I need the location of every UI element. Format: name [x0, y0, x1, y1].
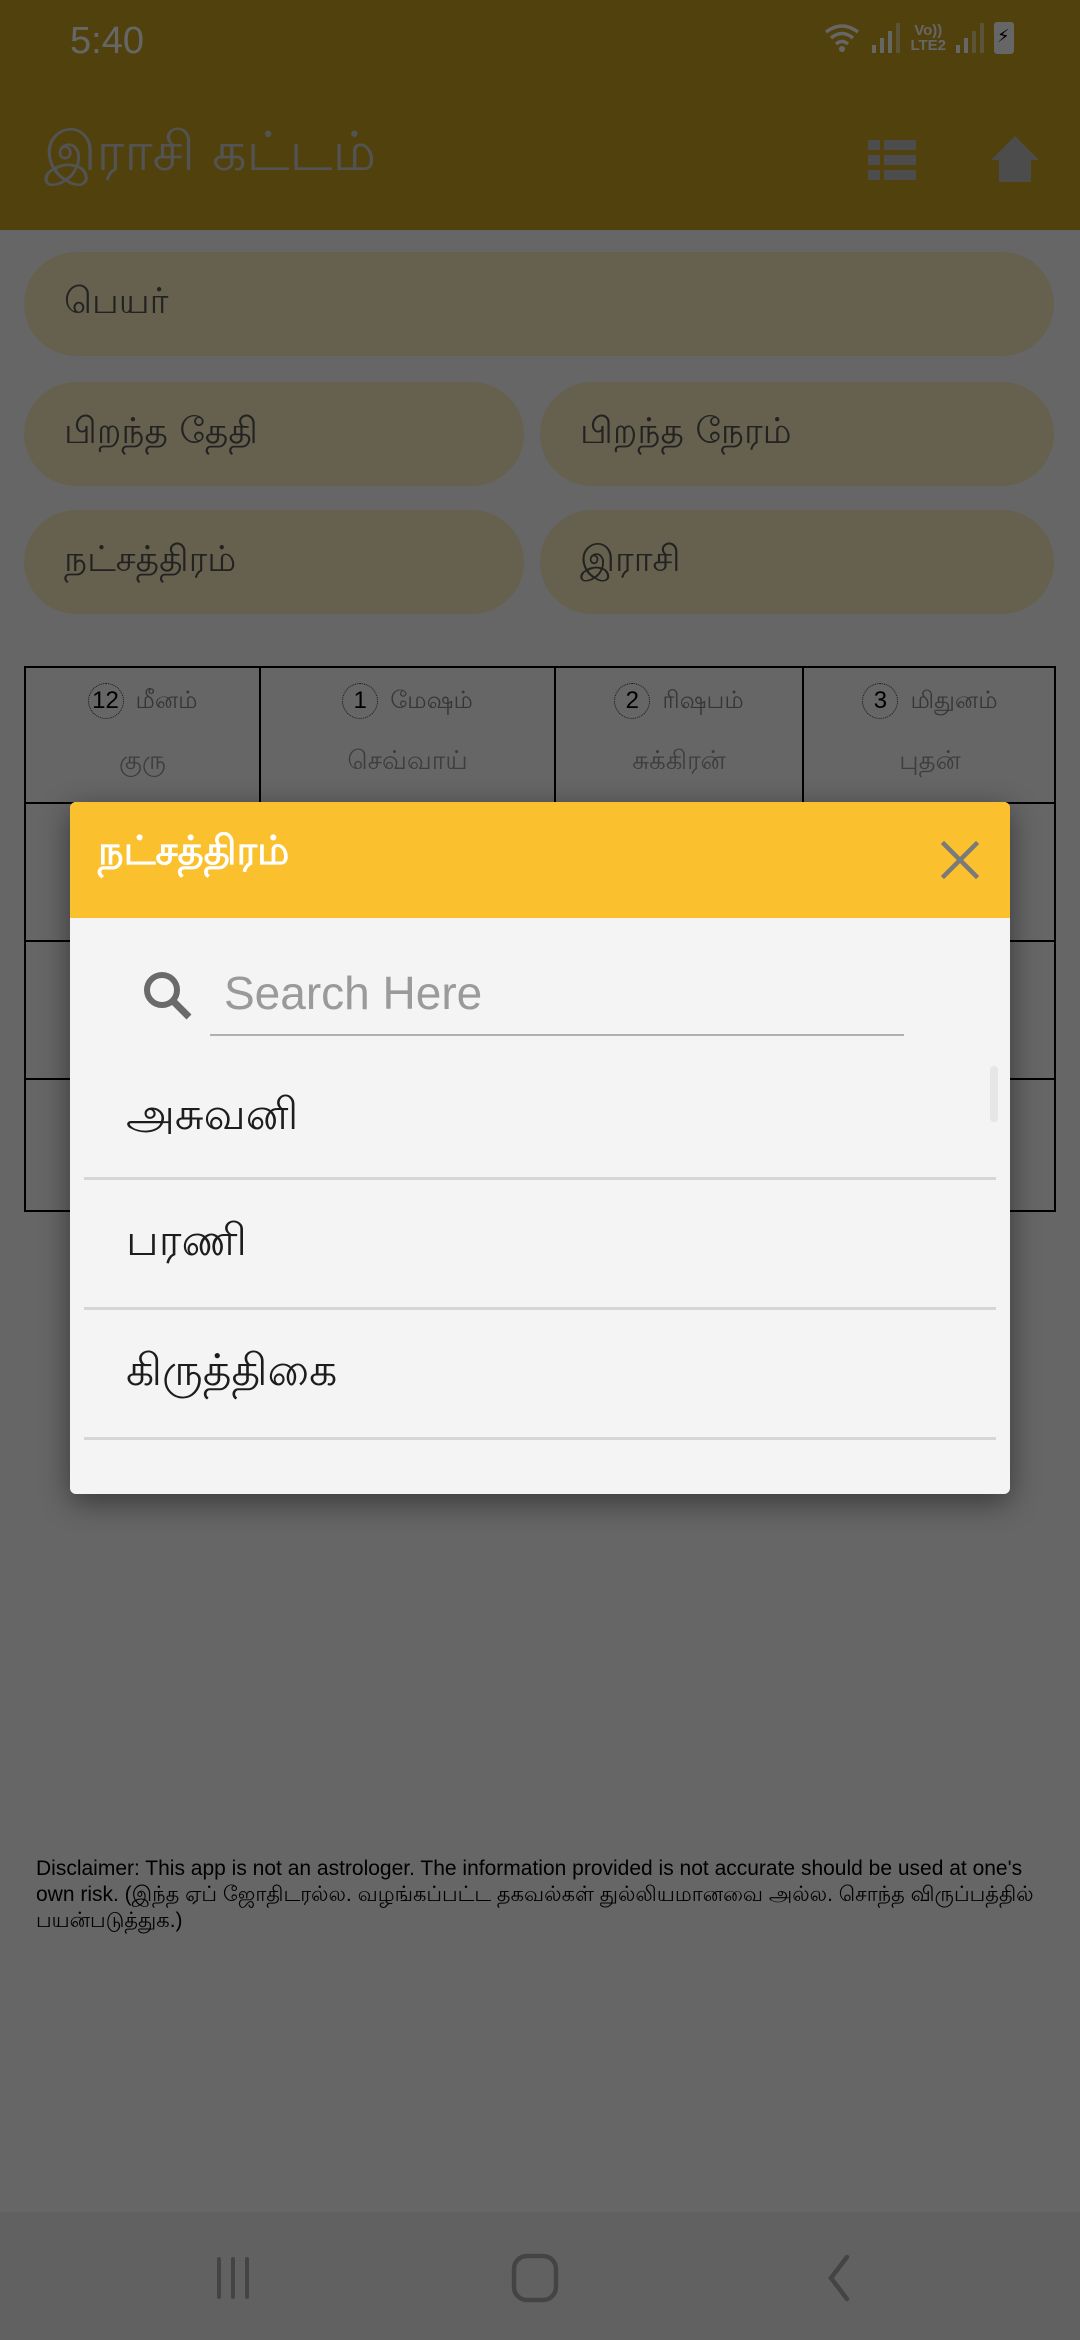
- search-row: [70, 918, 1010, 1058]
- search-input[interactable]: [210, 952, 904, 1036]
- dialog-title: நட்சத்திரம்: [98, 828, 290, 874]
- list-item[interactable]: கிருத்திகை: [84, 1310, 996, 1440]
- list-item-label: கிருத்திகை: [126, 1345, 338, 1396]
- search-icon: [144, 972, 192, 1020]
- list-scrollbar[interactable]: [990, 1066, 998, 1122]
- dialog-header: நட்சத்திரம்: [70, 802, 1010, 918]
- list-item[interactable]: அசுவனி: [84, 1058, 996, 1180]
- list-item-label: அசுவனி: [126, 1089, 299, 1140]
- close-button[interactable]: [932, 832, 988, 888]
- list-item[interactable]: பரணி: [84, 1180, 996, 1310]
- star-picker-dialog: நட்சத்திரம் அசுவனி பரணி கிருத்திகை: [70, 802, 1010, 1494]
- star-list: அசுவனி பரணி கிருத்திகை: [70, 1058, 1010, 1494]
- list-item-label: பரணி: [126, 1215, 247, 1266]
- close-icon: [940, 840, 980, 880]
